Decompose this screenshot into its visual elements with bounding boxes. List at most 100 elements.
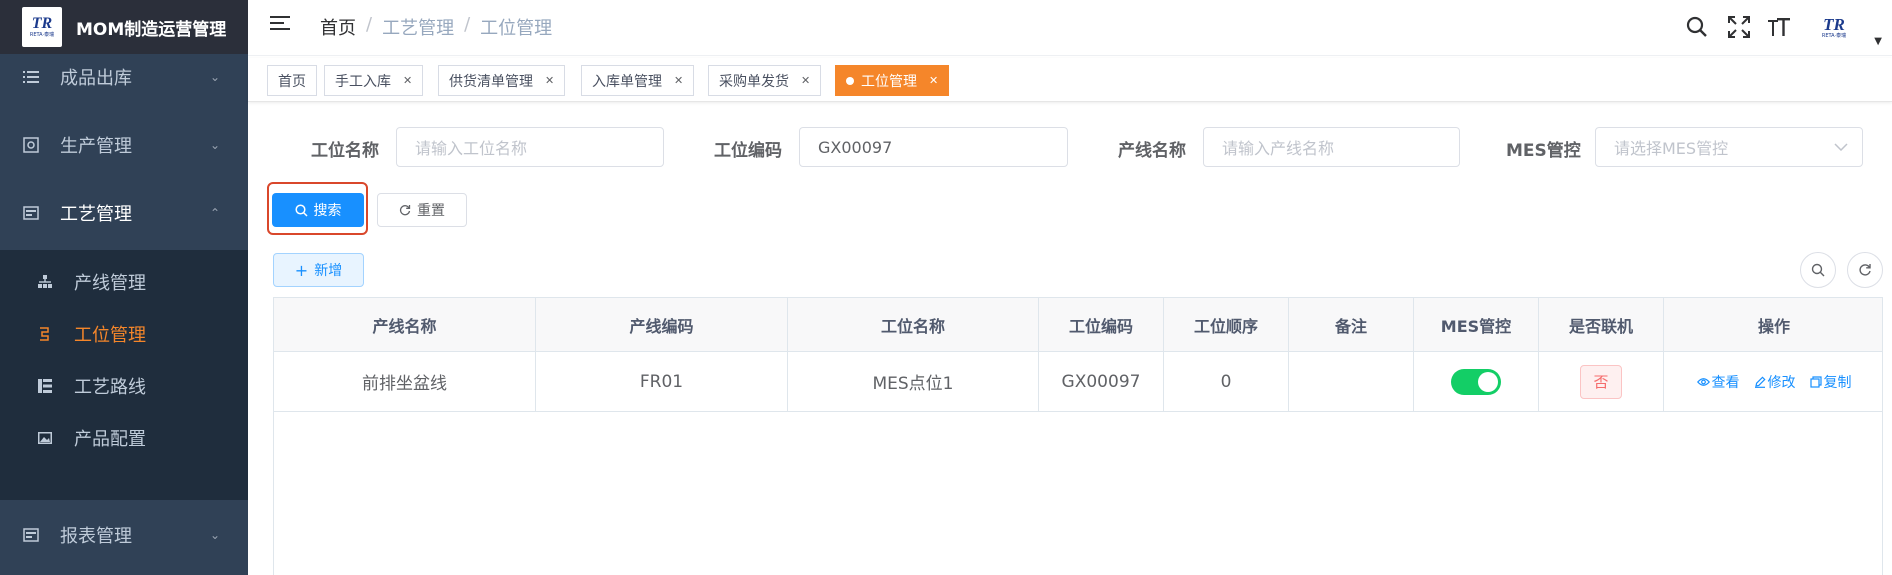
mes-control-toggle[interactable]	[1451, 368, 1501, 395]
mes-control-select[interactable]: 请选择MES管控	[1595, 127, 1863, 167]
edit-icon	[1754, 375, 1766, 388]
company-logo: TR RETA·泰瑞	[22, 7, 62, 47]
chevron-down-icon: ⌄	[209, 138, 220, 152]
avatar[interactable]: TR RETA·泰瑞	[1812, 12, 1856, 44]
tag-station-management[interactable]: 工位管理 ✕	[835, 65, 950, 96]
tag-label: 供货清单管理	[449, 73, 533, 90]
avatar-logo-subtext: RETA·泰瑞	[1821, 33, 1847, 39]
eye-icon	[1696, 377, 1710, 386]
add-button[interactable]: + 新增	[273, 253, 364, 287]
sub-item-label: 产线管理	[74, 273, 146, 294]
chevron-down-icon: ⌄	[209, 528, 220, 542]
sidebar-item-label: 工艺管理	[60, 204, 132, 225]
sidebar-item-reports[interactable]: 报表管理 ⌄	[0, 512, 248, 558]
column-header: 工位顺序	[1164, 298, 1289, 351]
sidebar-item-process-route[interactable]: 工艺路线	[0, 366, 248, 406]
chevron-down-icon	[1834, 140, 1848, 155]
search-icon[interactable]	[1684, 14, 1710, 40]
sidebar-item-label: 生产管理	[60, 136, 132, 157]
refresh-table-button[interactable]	[1847, 252, 1883, 288]
cell-line-name: 前排坐盆线	[274, 352, 536, 411]
column-header: 产线名称	[274, 298, 536, 351]
copy-link-label: 复制	[1823, 374, 1852, 391]
mes-control-label: MES管控	[1506, 141, 1581, 161]
breadcrumb-separator: /	[366, 14, 373, 35]
chevron-down-icon: ⌄	[209, 70, 220, 84]
input-value: GX00097	[818, 137, 893, 157]
tag-purchase-shipping[interactable]: 采购单发货 ✕	[708, 65, 822, 96]
close-icon[interactable]: ✕	[674, 74, 683, 87]
reset-button[interactable]: 重置	[377, 193, 467, 227]
avatar-logo-text: TR	[1823, 15, 1845, 34]
breadcrumb-process: 工艺管理	[382, 18, 455, 39]
font-size-icon[interactable]	[1766, 14, 1792, 40]
line-name-input[interactable]: 请输入产线名称	[1203, 127, 1460, 167]
sidebar-item-station-management[interactable]: 工位管理	[0, 314, 248, 354]
station-name-input[interactable]: 请输入工位名称	[396, 127, 664, 167]
breadcrumb: 首页 / 工艺管理 / 工位管理	[320, 14, 552, 40]
logo-text: TR	[31, 15, 53, 32]
tag-label: 首页	[278, 73, 306, 90]
search-icon	[294, 203, 308, 217]
image-icon	[36, 432, 54, 444]
search-icon	[1811, 263, 1825, 277]
button-label: 重置	[417, 203, 445, 219]
edit-link[interactable]: 修改	[1754, 372, 1796, 392]
tag-home[interactable]: 首页	[267, 65, 317, 96]
tag-inbound-order[interactable]: 入库单管理 ✕	[581, 65, 695, 96]
hamburger-icon[interactable]	[270, 16, 290, 36]
column-header: 产线编码	[536, 298, 788, 351]
tags-view: 首页 手工入库 ✕ 供货清单管理 ✕ 入库单管理 ✕ 采购单发货 ✕ 工位管理 …	[248, 58, 1892, 102]
close-icon[interactable]: ✕	[403, 74, 412, 87]
logo-bar: TR RETA·泰瑞 MOM制造运营管理	[0, 0, 248, 54]
list-icon	[22, 68, 40, 86]
tag-label: 手工入库	[335, 73, 391, 90]
column-header: 工位名称	[788, 298, 1039, 351]
column-header: MES管控	[1414, 298, 1539, 351]
sidebar-item-product-config[interactable]: 产品配置	[0, 418, 248, 458]
caret-down-icon[interactable]: ▼	[1874, 36, 1882, 47]
table-header: 产线名称 产线编码 工位名称 工位编码 工位顺序 备注 MES管控 是否联机 操…	[274, 298, 1882, 352]
process-submenu: 产线管理 工位管理 工艺路线 产品配置	[0, 250, 248, 500]
search-button[interactable]: 搜索	[272, 193, 364, 227]
production-icon	[22, 136, 40, 154]
cell-station-name: MES点位1	[788, 352, 1039, 411]
station-icon	[36, 327, 54, 341]
button-label: 搜索	[313, 203, 342, 219]
sidebar-item-production[interactable]: 生产管理 ⌄	[0, 122, 248, 168]
input-placeholder: 请输入工位名称	[415, 139, 528, 158]
breadcrumb-separator: /	[464, 14, 471, 35]
cell-order: 0	[1164, 352, 1289, 411]
copy-icon	[1809, 375, 1822, 388]
process-icon	[22, 204, 40, 222]
org-tree-icon	[36, 275, 54, 289]
sidebar-item-line-management[interactable]: 产线管理	[0, 262, 248, 302]
close-icon[interactable]: ✕	[545, 74, 554, 87]
logo-subtext: RETA·泰瑞	[29, 32, 55, 38]
refresh-icon	[399, 205, 411, 216]
breadcrumb-home[interactable]: 首页	[320, 14, 356, 40]
tag-label: 工位管理	[861, 73, 917, 90]
sidebar-item-label: 报表管理	[60, 526, 132, 547]
chevron-up-icon: ⌃	[209, 206, 220, 220]
sidebar-item-process[interactable]: 工艺管理 ⌃	[0, 190, 248, 236]
tag-supply-list[interactable]: 供货清单管理 ✕	[438, 65, 566, 96]
column-header: 工位编码	[1039, 298, 1164, 351]
sidebar: TR RETA·泰瑞 MOM制造运营管理 成品出库 ⌄ 生产管理 ⌄ 工艺管理 …	[0, 0, 248, 575]
sidebar-item-label: 成品出库	[60, 68, 132, 89]
cell-actions: 查看 修改 复制	[1664, 352, 1884, 411]
view-link[interactable]: 查看	[1696, 372, 1740, 392]
sidebar-item-finished-outbound[interactable]: 成品出库 ⌄	[0, 54, 248, 100]
copy-link[interactable]: 复制	[1809, 372, 1852, 392]
close-icon[interactable]: ✕	[801, 74, 810, 87]
station-name-label: 工位名称	[311, 141, 379, 161]
fullscreen-icon[interactable]	[1726, 14, 1752, 40]
close-icon[interactable]: ✕	[929, 74, 938, 87]
station-code-input[interactable]: GX00097	[799, 127, 1068, 167]
toggle-search-button[interactable]	[1800, 252, 1836, 288]
column-header: 是否联机	[1539, 298, 1664, 351]
view-link-label: 查看	[1711, 374, 1740, 391]
cell-line-code: FR01	[536, 352, 788, 411]
online-status-tag: 否	[1580, 364, 1622, 399]
tag-manual-inbound[interactable]: 手工入库 ✕	[324, 65, 424, 96]
